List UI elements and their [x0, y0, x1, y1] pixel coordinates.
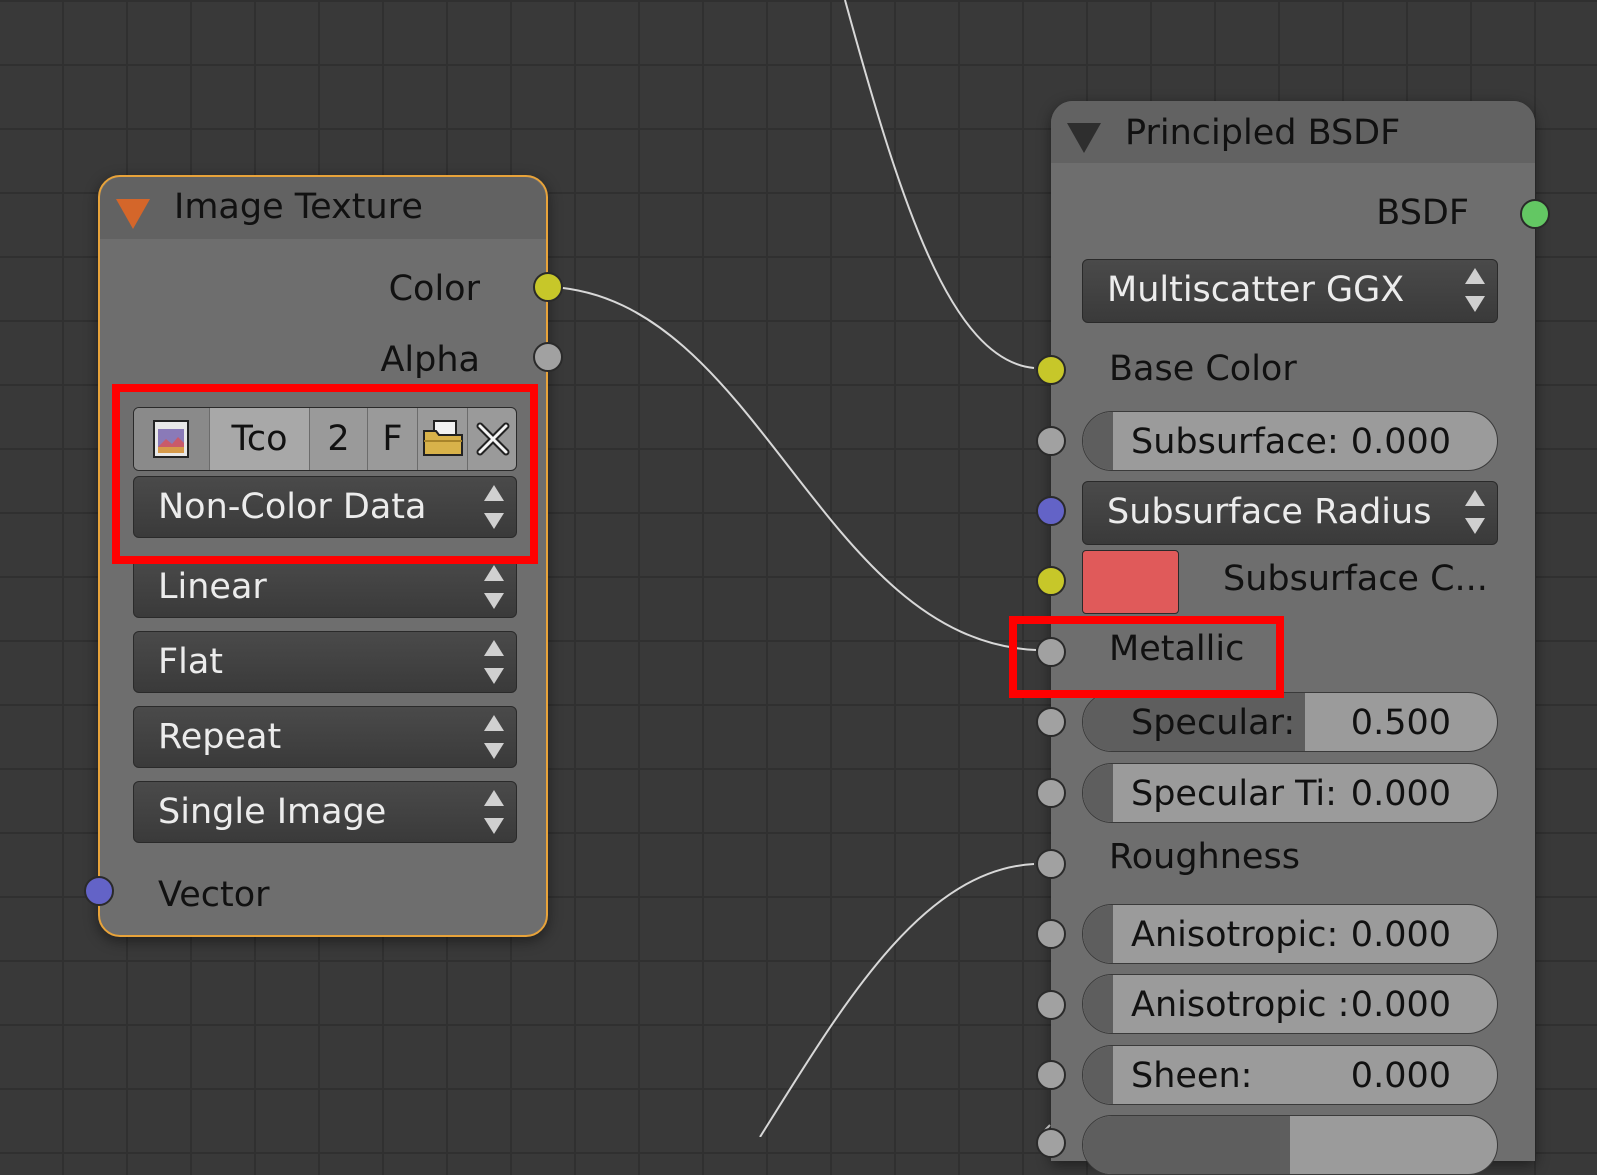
slider-fill — [1083, 975, 1113, 1033]
source-dropdown[interactable]: Single Image — [133, 781, 517, 843]
extension-value: Repeat — [158, 717, 282, 757]
anisotropic-input-socket[interactable] — [1036, 919, 1066, 949]
highlight-box-image-settings — [112, 384, 538, 564]
node-title: Principled BSDF — [1125, 113, 1401, 153]
node-title: Image Texture — [174, 187, 423, 227]
link-color-to-metallic — [551, 286, 1037, 651]
slider-value: 0.000 — [1350, 422, 1451, 462]
alpha-output-socket[interactable] — [533, 342, 563, 372]
slider-fill — [1083, 905, 1113, 963]
subsurface-color-input-socket[interactable] — [1036, 566, 1066, 596]
image-texture-header[interactable]: Image Texture — [100, 177, 546, 239]
link-to-base-color — [844, 0, 1035, 369]
extension-dropdown[interactable]: Repeat — [133, 706, 517, 768]
sheen-input-socket[interactable] — [1036, 1060, 1066, 1090]
updown-arrows-icon — [484, 790, 504, 834]
slider-value: 0.000 — [1350, 915, 1451, 955]
updown-arrows-icon — [1465, 268, 1485, 312]
distribution-dropdown[interactable]: Multiscatter GGX — [1082, 259, 1498, 323]
slider-label: Sheen: — [1131, 1056, 1253, 1096]
slider-value: 0.500 — [1350, 703, 1451, 743]
slider-label: Subsurface: — [1131, 422, 1339, 462]
updown-arrows-icon — [1465, 490, 1485, 534]
output-alpha-label: Alpha — [380, 340, 480, 380]
projection-dropdown[interactable]: Flat — [133, 631, 517, 693]
specular-input-socket[interactable] — [1036, 707, 1066, 737]
subsurface-slider[interactable]: Subsurface: 0.000 — [1082, 411, 1498, 471]
specular-tint-input-socket[interactable] — [1036, 778, 1066, 808]
subsurface-radius-input-socket[interactable] — [1036, 496, 1066, 526]
slider-value: 0.000 — [1350, 774, 1451, 814]
highlight-box-metallic — [1009, 616, 1284, 698]
slider-value: 0.000 — [1350, 985, 1451, 1025]
updown-arrows-icon — [484, 715, 504, 759]
anisotropic-slider[interactable]: Anisotropic: 0.000 — [1082, 904, 1498, 964]
subsurface-input-socket[interactable] — [1036, 426, 1066, 456]
updown-arrows-icon — [484, 640, 504, 684]
roughness-input-socket[interactable] — [1036, 849, 1066, 879]
projection-value: Flat — [158, 642, 224, 682]
input-subsurface-color-label: Subsurface C... — [1223, 559, 1488, 599]
input-vector-label: Vector — [158, 875, 270, 915]
subsurface-color-swatch[interactable] — [1082, 550, 1179, 614]
principled-bsdf-header[interactable]: Principled BSDF — [1051, 101, 1535, 163]
slider-label: Specular: — [1131, 703, 1296, 743]
output-bsdf-label: BSDF — [1376, 193, 1469, 233]
subsurface-method-value: Subsurface Radius — [1107, 492, 1432, 532]
specular-slider[interactable]: Specular: 0.500 — [1082, 692, 1498, 752]
link-to-roughness — [759, 863, 1035, 1137]
distribution-value: Multiscatter GGX — [1107, 270, 1405, 310]
interpolation-dropdown[interactable]: Linear — [133, 556, 517, 618]
subsurface-method-dropdown[interactable]: Subsurface Radius — [1082, 481, 1498, 545]
slider-fill — [1083, 764, 1113, 822]
slider-label: Anisotropic: — [1131, 915, 1339, 955]
anisotropic-rotation-slider[interactable]: Anisotropic : 0.000 — [1082, 974, 1498, 1034]
updown-arrows-icon — [484, 565, 504, 609]
slider-fill — [1083, 1116, 1290, 1174]
slider-value: 0.000 — [1350, 1056, 1451, 1096]
slider-fill — [1083, 1046, 1113, 1104]
sheen-tint-slider[interactable] — [1082, 1115, 1498, 1175]
color-output-socket[interactable] — [533, 272, 563, 302]
base-color-input-socket[interactable] — [1036, 355, 1066, 385]
vector-input-socket[interactable] — [84, 876, 114, 906]
input-roughness-label: Roughness — [1109, 837, 1300, 877]
anisotropic-rotation-input-socket[interactable] — [1036, 990, 1066, 1020]
sheen-tint-input-socket[interactable] — [1036, 1128, 1066, 1158]
interpolation-value: Linear — [158, 567, 267, 607]
source-value: Single Image — [158, 792, 387, 832]
collapse-triangle-icon[interactable] — [116, 199, 150, 229]
slider-fill — [1083, 412, 1113, 470]
sheen-slider[interactable]: Sheen: 0.000 — [1082, 1045, 1498, 1105]
specular-tint-slider[interactable]: Specular Ti: 0.000 — [1082, 763, 1498, 823]
collapse-triangle-icon[interactable] — [1067, 123, 1101, 153]
slider-label: Anisotropic : — [1131, 985, 1350, 1025]
bsdf-output-socket[interactable] — [1520, 199, 1550, 229]
slider-label: Specular Ti: — [1131, 774, 1337, 814]
output-color-label: Color — [388, 269, 480, 309]
input-base-color-label: Base Color — [1109, 349, 1297, 389]
